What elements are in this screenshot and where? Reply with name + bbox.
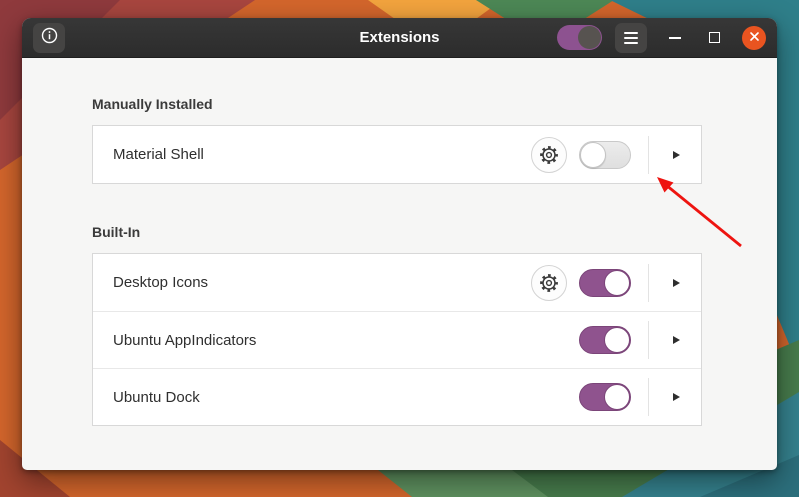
gear-icon bbox=[539, 273, 559, 293]
divider bbox=[648, 264, 649, 302]
hamburger-icon bbox=[624, 32, 638, 44]
arrow-right-icon bbox=[673, 336, 680, 344]
close-icon bbox=[749, 29, 760, 47]
expand-details-button[interactable] bbox=[664, 379, 688, 415]
extension-toggle[interactable] bbox=[579, 326, 631, 354]
maximize-icon bbox=[709, 32, 720, 43]
menu-button[interactable] bbox=[615, 23, 647, 53]
extension-toggle[interactable] bbox=[579, 383, 631, 411]
settings-button[interactable] bbox=[531, 265, 567, 301]
toggle-knob bbox=[578, 26, 601, 49]
expand-details-button[interactable] bbox=[664, 265, 688, 301]
extension-name: Desktop Icons bbox=[113, 274, 531, 291]
section-label-built-in: Built-In bbox=[92, 224, 777, 240]
divider bbox=[648, 378, 649, 416]
global-extensions-toggle[interactable] bbox=[557, 25, 602, 50]
titlebar: Extensions bbox=[22, 18, 777, 58]
window-content: Manually Installed Material Shell bbox=[22, 58, 777, 426]
arrow-right-icon bbox=[673, 393, 680, 401]
close-button[interactable] bbox=[742, 26, 766, 50]
maximize-button[interactable] bbox=[703, 26, 725, 50]
toggle-knob bbox=[604, 384, 630, 410]
expand-details-button[interactable] bbox=[664, 322, 688, 358]
extension-row-desktop-icons[interactable]: Desktop Icons bbox=[93, 254, 701, 311]
minimize-icon bbox=[669, 37, 681, 39]
info-icon bbox=[41, 27, 58, 49]
divider bbox=[648, 136, 649, 174]
extension-toggle[interactable] bbox=[579, 141, 631, 169]
settings-button[interactable] bbox=[531, 137, 567, 173]
arrow-right-icon bbox=[673, 279, 680, 287]
gear-icon bbox=[539, 145, 559, 165]
titlebar-controls bbox=[557, 23, 766, 53]
toggle-knob bbox=[580, 142, 606, 168]
extension-row-ubuntu-dock[interactable]: Ubuntu Dock bbox=[93, 368, 701, 425]
about-button[interactable] bbox=[33, 23, 65, 53]
extension-row-material-shell[interactable]: Material Shell bbox=[93, 126, 701, 183]
extension-toggle[interactable] bbox=[579, 269, 631, 297]
extension-name: Material Shell bbox=[113, 146, 531, 163]
arrow-right-icon bbox=[673, 151, 680, 159]
window-buttons bbox=[664, 26, 766, 50]
extensions-window: Extensions bbox=[22, 18, 777, 470]
extension-name: Ubuntu AppIndicators bbox=[113, 332, 579, 349]
expand-details-button[interactable] bbox=[664, 137, 688, 173]
minimize-button[interactable] bbox=[664, 26, 686, 50]
built-in-list: Desktop Icons Ubuntu AppIndicat bbox=[92, 253, 702, 426]
toggle-knob bbox=[604, 327, 630, 353]
toggle-knob bbox=[604, 270, 630, 296]
extension-name: Ubuntu Dock bbox=[113, 389, 579, 406]
extension-row-ubuntu-appindicators[interactable]: Ubuntu AppIndicators bbox=[93, 311, 701, 368]
section-label-manually-installed: Manually Installed bbox=[92, 96, 777, 112]
divider bbox=[648, 321, 649, 359]
manually-installed-list: Material Shell bbox=[92, 125, 702, 184]
